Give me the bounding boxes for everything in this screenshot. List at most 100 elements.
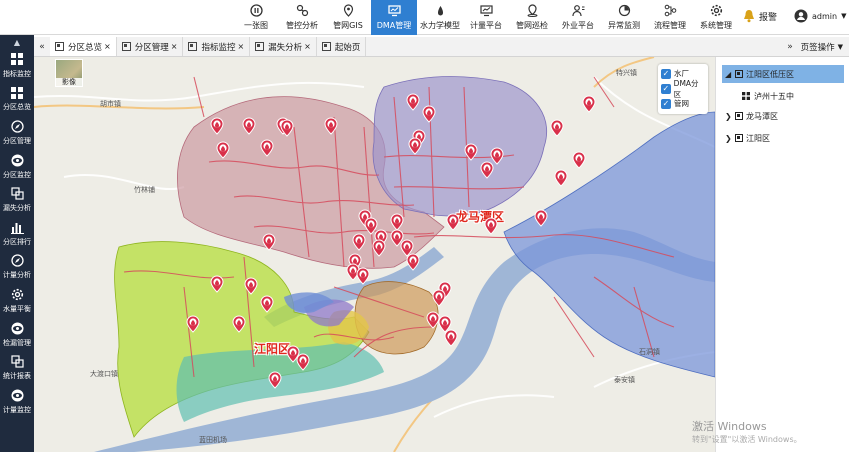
- windows-activation-watermark: 激活 Windows 转到"设置"以激活 Windows。: [692, 418, 802, 445]
- close-icon[interactable]: ×: [104, 42, 111, 51]
- tab-bar: « 分区总览 × 分区管理 × 指标监控 × 漏失分析 × 起始页 » 页签操作…: [34, 37, 849, 57]
- layer-label: 管网: [674, 99, 689, 108]
- nav-item-anomaly[interactable]: 异常监测: [601, 0, 647, 35]
- tab-scroll-right-button[interactable]: »: [783, 37, 797, 56]
- water-plant-marker-icon[interactable]: [260, 295, 274, 313]
- water-plant-marker-icon[interactable]: [464, 143, 478, 161]
- tab-zone-overview[interactable]: 分区总览 ×: [50, 37, 117, 56]
- water-plant-marker-icon[interactable]: [216, 141, 230, 159]
- sidebar-item-metering-monitor[interactable]: 计量监控: [0, 385, 34, 419]
- nav-item-overview[interactable]: 一张图: [233, 0, 279, 35]
- nav-item-control-analysis[interactable]: 管控分析: [279, 0, 325, 35]
- sidebar-item-zone-overview[interactable]: 分区总览: [0, 83, 34, 117]
- place-label: 蓝田机场: [199, 436, 227, 444]
- water-plant-marker-icon[interactable]: [356, 267, 370, 285]
- water-plant-marker-icon[interactable]: [352, 233, 366, 251]
- tab-label: 指标监控: [201, 42, 236, 53]
- tree-node-jiangyang-low-pressure[interactable]: ◢ 江阳区低压区: [722, 65, 844, 83]
- close-icon[interactable]: ×: [304, 42, 311, 51]
- compass-icon: [10, 120, 24, 133]
- water-plant-marker-icon[interactable]: [242, 117, 256, 135]
- sidebar-item-indicator-monitor[interactable]: 指标监控: [0, 49, 34, 83]
- water-plant-marker-icon[interactable]: [210, 117, 224, 135]
- sidebar-item-leak-analysis[interactable]: 漏失分析: [0, 183, 34, 217]
- user-menu[interactable]: admin ▼: [794, 9, 846, 23]
- zone-label-jiangyang: 江阳区: [254, 342, 291, 356]
- sidebar-item-reports[interactable]: 统计报表: [0, 351, 34, 385]
- layer-control: ✓ 水厂 ✓ DMA分区 ✓ 管网: [658, 64, 708, 114]
- water-plant-marker-icon[interactable]: [480, 161, 494, 179]
- watermark-line1: 激活 Windows: [692, 420, 767, 433]
- nav-item-inspection[interactable]: 管网巡检: [509, 0, 555, 35]
- place-label: 石洞镇: [639, 348, 660, 356]
- close-icon[interactable]: ×: [171, 42, 178, 51]
- sidebar-item-leak-detection[interactable]: 检漏管理: [0, 318, 34, 352]
- nav-item-label: 计量平台: [470, 21, 502, 30]
- water-plant-marker-icon[interactable]: [324, 117, 338, 135]
- tab-start-page[interactable]: 起始页: [316, 37, 367, 56]
- double-chevron-right-icon: »: [787, 41, 793, 52]
- sidebar-collapse-toggle[interactable]: ▲: [0, 35, 34, 49]
- water-plant-marker-icon[interactable]: [582, 95, 596, 113]
- water-plant-marker-icon[interactable]: [484, 217, 498, 235]
- nav-item-gis[interactable]: 管网GIS: [325, 0, 371, 35]
- tree-node-luzhou-15th[interactable]: 泸州十五中: [742, 87, 794, 105]
- water-plant-marker-icon[interactable]: [296, 353, 310, 371]
- water-plant-marker-icon[interactable]: [554, 169, 568, 187]
- pause-circle-icon: [249, 4, 263, 17]
- water-plant-marker-icon[interactable]: [534, 209, 548, 227]
- chevron-down-icon: ▼: [841, 12, 847, 20]
- sidebar-item-metering-analysis[interactable]: 计量分析: [0, 251, 34, 285]
- water-plant-marker-icon[interactable]: [446, 213, 460, 231]
- caret-right-icon: ❯: [725, 133, 732, 143]
- tab-leak-analysis[interactable]: 漏失分析 ×: [250, 37, 317, 56]
- page-ops-dropdown[interactable]: 页签操作 ▼: [801, 37, 843, 56]
- water-plant-marker-icon[interactable]: [268, 371, 282, 389]
- water-plant-marker-icon[interactable]: [572, 151, 586, 169]
- tree-node-jiangyang[interactable]: ❯ 江阳区: [725, 129, 770, 147]
- nav-item-system[interactable]: 系统管理: [693, 0, 739, 35]
- water-plant-marker-icon[interactable]: [550, 119, 564, 137]
- water-plant-marker-icon[interactable]: [408, 137, 422, 155]
- water-plant-marker-icon[interactable]: [186, 315, 200, 333]
- tab-scroll-left-button[interactable]: «: [35, 37, 49, 56]
- water-plant-marker-icon[interactable]: [422, 105, 436, 123]
- basemap-label: 影像: [55, 78, 83, 87]
- alarm-button[interactable]: 报警: [742, 8, 777, 24]
- water-plant-marker-icon[interactable]: [232, 315, 246, 333]
- water-plant-marker-icon[interactable]: [260, 139, 274, 157]
- sidebar-item-zone-ranking[interactable]: 分区排行: [0, 217, 34, 251]
- sidebar-item-water-balance[interactable]: 水量平衡: [0, 284, 34, 318]
- water-plant-marker-icon[interactable]: [280, 119, 294, 137]
- tab-indicator-monitor[interactable]: 指标监控 ×: [183, 37, 251, 56]
- tab-list: 分区总览 × 分区管理 × 指标监控 × 漏失分析 × 起始页: [50, 37, 367, 56]
- grid-icon: [742, 92, 750, 100]
- map-view[interactable]: 影像 ✓ 水厂 ✓ DMA分区 ✓ 管网 胡市镇 特兴镇 竹林铺 石洞镇 泰安镇…: [34, 57, 715, 452]
- water-plant-marker-icon[interactable]: [262, 233, 276, 251]
- monitor-icon: [618, 4, 631, 17]
- place-label: 大渡口镇: [90, 370, 118, 378]
- sidebar-item-label: 水量平衡: [3, 304, 31, 313]
- nav-item-field-platform[interactable]: 外业平台: [555, 0, 601, 35]
- water-plant-marker-icon[interactable]: [244, 277, 258, 295]
- tab-zone-manage[interactable]: 分区管理 ×: [116, 37, 184, 56]
- eye-icon: [11, 322, 24, 335]
- water-plant-marker-icon[interactable]: [444, 329, 458, 347]
- nav-item-metering[interactable]: 计量平台: [463, 0, 509, 35]
- water-plant-marker-icon[interactable]: [210, 275, 224, 293]
- layer-dma-zone[interactable]: ✓ DMA分区: [661, 79, 705, 99]
- sidebar-item-zone-monitor[interactable]: 分区监控: [0, 150, 34, 184]
- sidebar-item-zone-manage[interactable]: 分区管理: [0, 116, 34, 150]
- nav-item-workflow[interactable]: 流程管理: [647, 0, 693, 35]
- tree-node-longmatan[interactable]: ❯ 龙马潭区: [725, 107, 778, 125]
- bell-icon: [744, 10, 754, 23]
- water-plant-marker-icon[interactable]: [372, 239, 386, 257]
- water-plant-marker-icon[interactable]: [406, 253, 420, 271]
- tab-page-icon: [121, 42, 131, 51]
- water-plant-marker-icon[interactable]: [432, 289, 446, 307]
- nav-item-dma[interactable]: DMA管理: [371, 0, 417, 35]
- close-icon[interactable]: ×: [237, 42, 244, 51]
- water-plant-marker-icon[interactable]: [406, 93, 420, 111]
- nav-item-hydraulic-model[interactable]: 水力学模型: [417, 0, 463, 35]
- water-plant-marker-icon[interactable]: [390, 229, 404, 247]
